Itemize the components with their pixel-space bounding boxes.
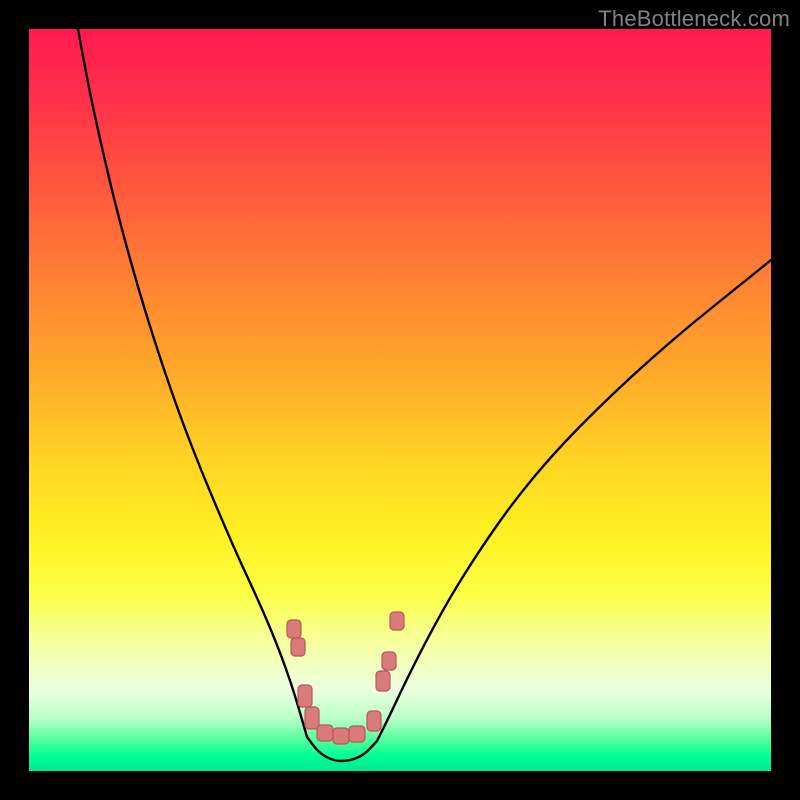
outer-frame: TheBottleneck.com [0,0,800,800]
bead-floor-3 [349,726,365,742]
bead-left-4 [305,707,319,729]
bead-left-1 [287,620,301,638]
bead-right-2 [376,671,390,691]
curve-layer [29,29,771,771]
bead-left-2 [291,638,305,656]
bead-floor-1 [317,725,333,741]
bead-left-3 [298,685,312,707]
bead-right-4 [390,612,404,630]
attribution-text: TheBottleneck.com [598,6,790,32]
bead-floor-2 [333,728,349,744]
bead-right-3 [382,652,396,670]
bottleneck-curve [78,29,771,761]
bead-right-1 [367,711,381,731]
plot-area [29,29,771,771]
